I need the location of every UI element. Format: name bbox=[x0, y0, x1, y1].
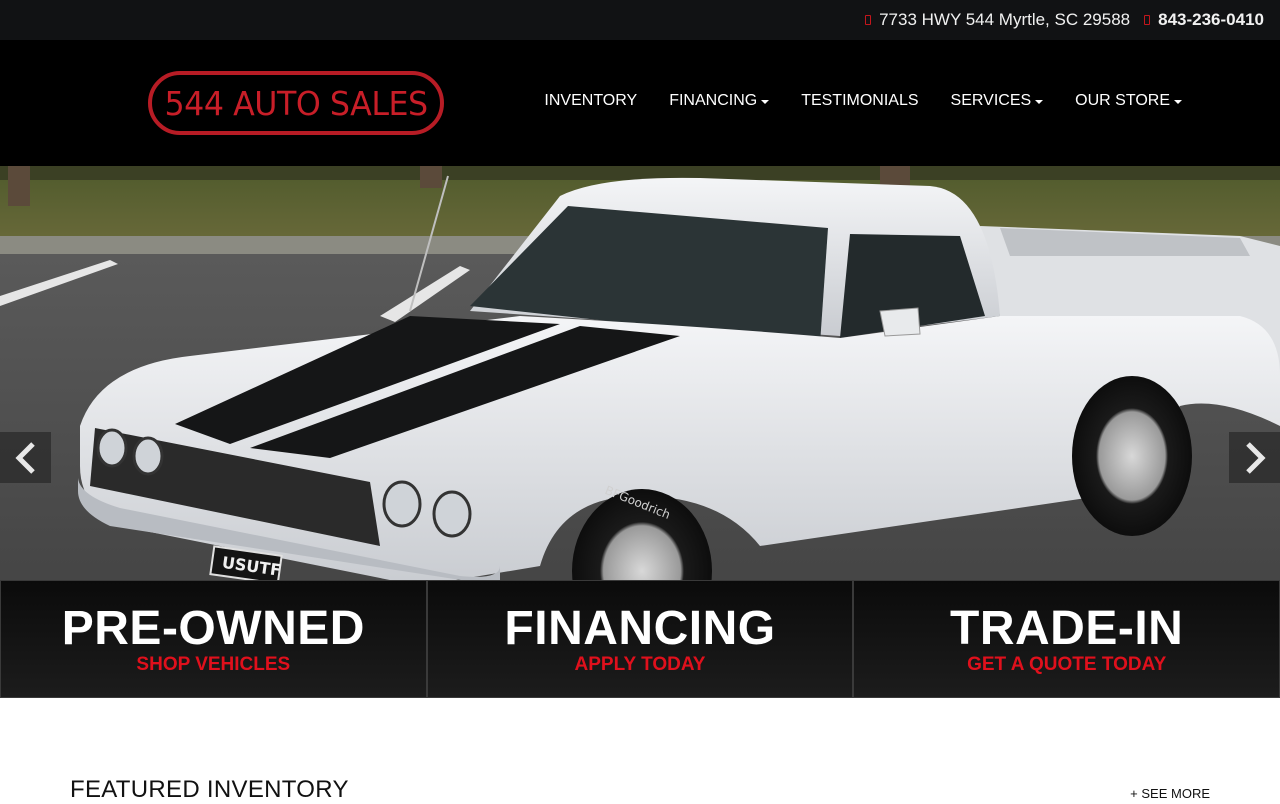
tile-cta[interactable]: GET A QUOTE TODAY bbox=[967, 655, 1166, 675]
caret-down-icon bbox=[761, 99, 770, 104]
slider-next-button[interactable] bbox=[1229, 432, 1280, 483]
caret-down-icon bbox=[1035, 99, 1044, 104]
nav-services-label: SERVICES bbox=[950, 92, 1032, 109]
nav-testimonials-label: TESTIMONIALS bbox=[801, 92, 919, 109]
nav-inventory[interactable]: INVENTORY bbox=[544, 92, 637, 110]
nav-inventory-label: INVENTORY bbox=[544, 92, 638, 109]
tile-financing[interactable]: FINANCING APPLY TODAY bbox=[426, 580, 854, 698]
address-item[interactable]: 7733 HWY 544 Myrtle, SC 29588 bbox=[865, 10, 1130, 30]
phone-number[interactable]: 843-236-0410 bbox=[1158, 10, 1264, 30]
phone-icon bbox=[1144, 15, 1151, 25]
nav-testimonials[interactable]: TESTIMONIALS bbox=[801, 92, 918, 110]
main-nav: INVENTORY FINANCING TESTIMONIALS SERVICE… bbox=[544, 92, 1182, 110]
chevron-right-icon bbox=[1245, 441, 1266, 474]
site-logo[interactable]: 544 AUTO SALES bbox=[148, 71, 444, 135]
tile-cta[interactable]: SHOP VEHICLES bbox=[136, 655, 290, 675]
promo-tiles: PRE-OWNED SHOP VEHICLES FINANCING APPLY … bbox=[0, 580, 1280, 698]
map-marker-icon bbox=[865, 15, 872, 25]
nav-services[interactable]: SERVICES bbox=[951, 92, 1044, 110]
nav-financing[interactable]: FINANCING bbox=[669, 92, 770, 110]
nav-our-store[interactable]: OUR STORE bbox=[1075, 92, 1182, 110]
top-contact-bar: 7733 HWY 544 Myrtle, SC 29588 843-236-04… bbox=[0, 0, 1280, 40]
tile-pre-owned[interactable]: PRE-OWNED SHOP VEHICLES bbox=[0, 580, 427, 698]
nav-our-store-label: OUR STORE bbox=[1075, 92, 1170, 109]
caret-down-icon bbox=[1174, 99, 1182, 104]
chevron-left-icon bbox=[14, 441, 35, 474]
logo-text: 544 AUTO SALES bbox=[164, 83, 428, 123]
tile-title: FINANCING bbox=[504, 602, 776, 655]
address-text[interactable]: 7733 HWY 544 Myrtle, SC 29588 bbox=[879, 10, 1130, 30]
site-header: 544 AUTO SALES INVENTORY FINANCING TESTI… bbox=[0, 40, 1280, 166]
phone-item[interactable]: 843-236-0410 bbox=[1144, 10, 1264, 30]
slider-prev-button[interactable] bbox=[0, 432, 51, 483]
tile-cta[interactable]: APPLY TODAY bbox=[575, 655, 706, 675]
tile-title: TRADE-IN bbox=[950, 602, 1184, 655]
tile-title: PRE-OWNED bbox=[61, 602, 365, 655]
tile-trade-in[interactable]: TRADE-IN GET A QUOTE TODAY bbox=[853, 580, 1280, 698]
see-more-link[interactable]: + SEE MORE bbox=[1130, 786, 1210, 801]
nav-financing-label: FINANCING bbox=[669, 92, 758, 109]
